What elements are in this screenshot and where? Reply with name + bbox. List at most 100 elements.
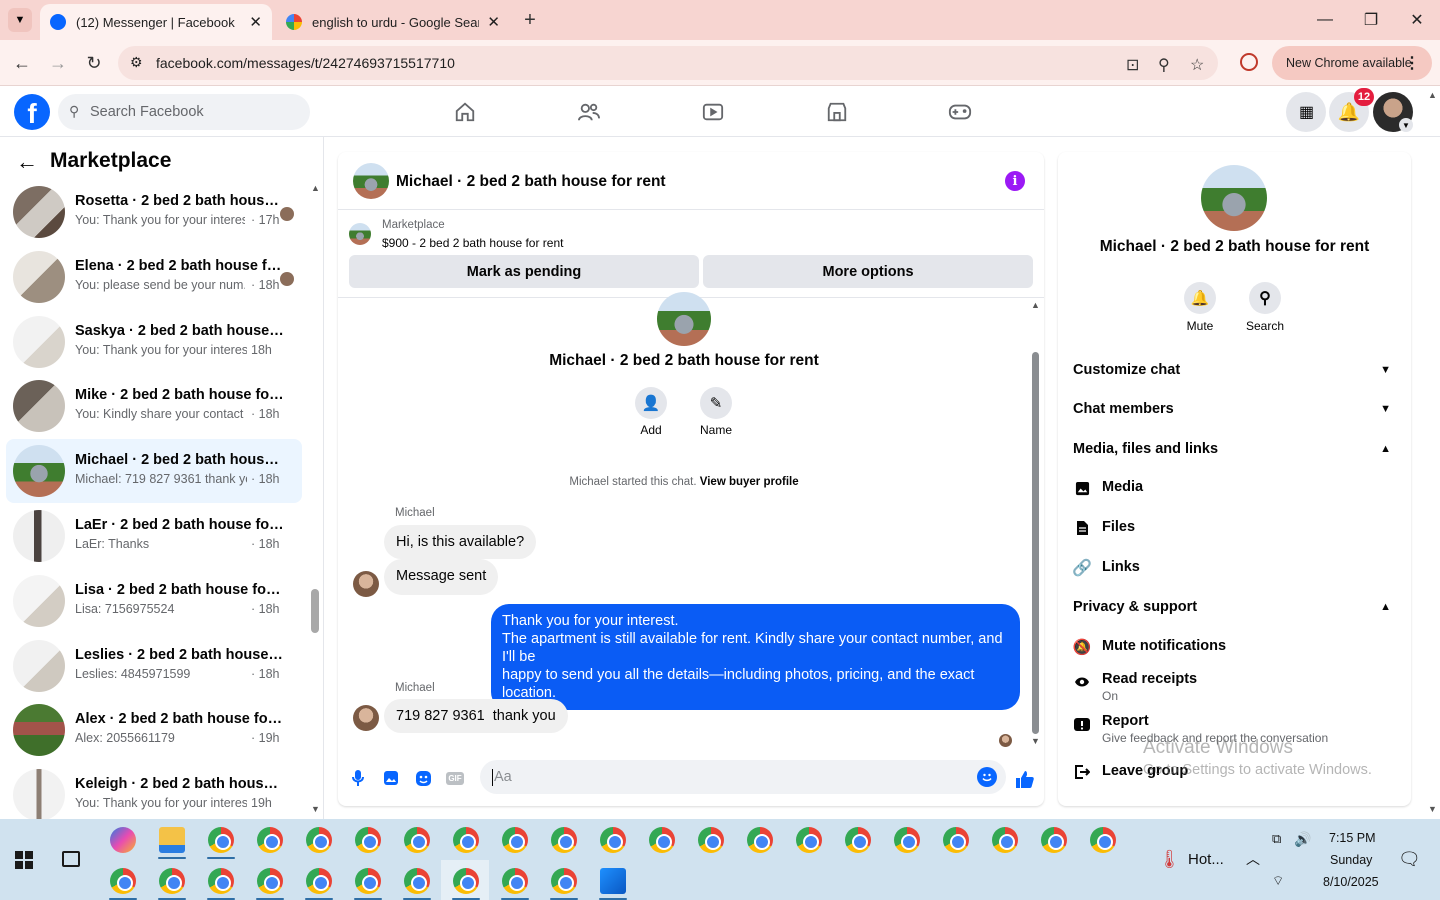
chrome-window-icon[interactable] [649, 827, 675, 853]
message-bubble-outgoing[interactable]: Thank you for your interest. The apartme… [491, 604, 1020, 710]
facebook-search-input[interactable]: ⚲ Search Facebook [58, 94, 310, 130]
profile-icon[interactable] [1240, 53, 1258, 71]
links-item[interactable]: 🔗 Links [1072, 559, 1140, 577]
message-bubble-incoming[interactable]: Message sent [384, 559, 499, 595]
message-bubble-incoming[interactable]: Hi, is this available? [384, 525, 537, 559]
task-view-icon[interactable] [62, 851, 80, 867]
clock-day[interactable]: Sunday [1330, 853, 1372, 867]
info-icon[interactable]: i [1005, 171, 1025, 191]
info-avatar[interactable] [1201, 165, 1267, 231]
chat-row[interactable]: Elena · 2 bed 2 bath house for rent You: … [6, 245, 302, 309]
chrome-window-icon[interactable] [894, 827, 920, 853]
chat-row[interactable]: LaEr · 2 bed 2 bath house for rent LaEr: … [6, 504, 302, 568]
clock-time[interactable]: 7:15 PM [1329, 831, 1376, 845]
forward-button[interactable]: → [45, 50, 71, 76]
chrome-window-icon[interactable] [502, 868, 528, 894]
scroll-down-arrow-icon[interactable]: ▼ [311, 804, 320, 814]
gaming-nav-icon[interactable] [946, 99, 974, 125]
media-item[interactable]: Media [1073, 479, 1143, 497]
scroll-up-arrow-icon[interactable]: ▲ [311, 183, 320, 193]
chrome-window-icon[interactable] [1041, 827, 1067, 853]
emoji-icon[interactable] [977, 767, 997, 787]
minimize-button[interactable]: — [1302, 0, 1348, 40]
page-scroll-down-icon[interactable]: ▼ [1428, 804, 1437, 814]
close-tab-icon[interactable]: ✕ [249, 13, 262, 31]
more-options-button[interactable]: More options [703, 255, 1033, 288]
chrome-window-icon[interactable] [404, 868, 430, 894]
chat-row[interactable]: Keleigh · 2 bed 2 bath house for rent You… [6, 763, 302, 827]
search-in-chat-button[interactable]: ⚲ [1249, 282, 1281, 314]
notification-center-icon[interactable]: 🗨 [1398, 849, 1421, 870]
meet-now-icon[interactable]: ⧉ [1272, 831, 1281, 847]
marketplace-nav-icon[interactable] [823, 99, 851, 125]
account-avatar[interactable]: ▼ [1373, 92, 1413, 132]
scroll-up-arrow-icon[interactable]: ▲ [1031, 300, 1040, 310]
chat-row[interactable]: Michael · 2 bed 2 bath house for rent Mic… [6, 439, 302, 504]
gif-icon[interactable]: GIF [445, 768, 465, 788]
copilot-app-icon[interactable] [110, 827, 136, 853]
install-app-icon[interactable]: ⊡ [1126, 55, 1139, 75]
chrome-window-icon[interactable] [257, 827, 283, 853]
page-scroll-up-icon[interactable]: ▲ [1428, 90, 1437, 100]
file-explorer-icon[interactable] [159, 827, 185, 853]
tab-messenger[interactable]: (12) Messenger | Facebook ✕ [40, 4, 272, 40]
add-people-button[interactable]: 👤 [635, 387, 667, 419]
chrome-window-icon[interactable] [159, 868, 185, 894]
chat-row[interactable]: Mike · 2 bed 2 bath house for rent You: K… [6, 374, 302, 438]
clock-date[interactable]: 8/10/2025 [1323, 875, 1379, 889]
facebook-logo-icon[interactable]: f [14, 94, 50, 130]
sender-avatar[interactable] [353, 705, 379, 731]
chrome-window-icon[interactable] [943, 827, 969, 853]
home-nav-icon[interactable] [451, 99, 479, 125]
bookmark-star-icon[interactable]: ☆ [1190, 55, 1204, 75]
thumbs-up-icon[interactable] [1014, 768, 1036, 790]
notifications-button[interactable]: 🔔 12 [1329, 88, 1374, 132]
chrome-window-icon[interactable] [257, 868, 283, 894]
chat-row[interactable]: Lisa · 2 bed 2 bath house for rent Lisa: … [6, 569, 302, 633]
message-input[interactable]: Aa [480, 760, 1006, 794]
close-tab-icon[interactable]: ✕ [487, 13, 500, 31]
conversation-title[interactable]: Michael · 2 bed 2 bath house for rent [396, 173, 666, 191]
message-bubble-incoming[interactable]: 719 827 9361 thank you [384, 699, 568, 733]
tab-google-search[interactable]: english to urdu - Google Search ✕ [276, 4, 510, 40]
chrome-window-icon[interactable] [208, 827, 234, 853]
chrome-window-icon[interactable] [355, 868, 381, 894]
profile-avatar[interactable] [657, 292, 711, 346]
chrome-window-icon[interactable] [208, 868, 234, 894]
chrome-window-icon[interactable] [992, 827, 1018, 853]
tab-search-button[interactable]: ▼ [8, 8, 32, 32]
chrome-window-icon[interactable] [747, 827, 773, 853]
address-bar[interactable]: ⚙ facebook.com/messages/t/24274693715517… [118, 46, 1218, 80]
chrome-window-icon[interactable] [551, 827, 577, 853]
chrome-window-icon[interactable] [502, 827, 528, 853]
chrome-window-icon[interactable] [306, 827, 332, 853]
video-nav-icon[interactable] [699, 99, 727, 125]
chrome-window-icon[interactable] [110, 868, 136, 894]
maximize-button[interactable]: ❐ [1348, 0, 1394, 40]
photo-icon[interactable] [381, 768, 401, 788]
sender-avatar[interactable] [353, 571, 379, 597]
site-info-icon[interactable]: ⚙ [130, 54, 143, 71]
chat-row[interactable]: Alex · 2 bed 2 bath house for rent Alex: … [6, 698, 302, 762]
chrome-window-icon[interactable] [355, 827, 381, 853]
mark-as-pending-button[interactable]: Mark as pending [349, 255, 699, 288]
chrome-window-icon[interactable] [796, 827, 822, 853]
menu-grid-button[interactable]: ▦ [1286, 92, 1326, 132]
chrome-window-icon[interactable] [453, 868, 479, 894]
chrome-window-icon[interactable] [1090, 827, 1116, 853]
chrome-window-icon[interactable] [600, 827, 626, 853]
network-icon[interactable]: ⌔ [1272, 873, 1284, 889]
chrome-window-icon[interactable] [453, 827, 479, 853]
chat-row[interactable]: Rosetta · 2 bed 2 bath house for rent You… [6, 180, 302, 244]
chrome-window-icon[interactable] [306, 868, 332, 894]
new-tab-button[interactable]: + [518, 8, 542, 32]
weather-icon[interactable]: 🌡 [1158, 849, 1181, 870]
weather-text[interactable]: Hot... [1188, 851, 1224, 868]
friends-nav-icon[interactable] [575, 99, 603, 125]
zoom-icon[interactable]: ⚲ [1158, 55, 1170, 75]
read-receipts-item[interactable]: Read receipts On [1073, 671, 1197, 703]
mute-button[interactable]: 🔔 [1184, 282, 1216, 314]
scrollbar-thumb[interactable] [311, 589, 319, 633]
chrome-window-icon[interactable] [404, 827, 430, 853]
microphone-icon[interactable] [348, 768, 368, 788]
